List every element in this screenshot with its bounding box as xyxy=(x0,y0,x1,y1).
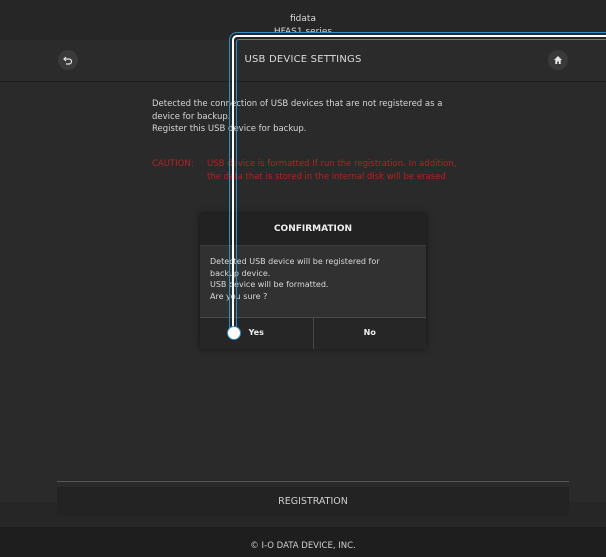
callout-line xyxy=(229,32,606,338)
copyright-text: © I-O DATA DEVICE, INC. xyxy=(250,541,356,551)
caution-label: CAUTION: xyxy=(152,159,194,169)
divider xyxy=(57,481,569,482)
footer: © I-O DATA DEVICE, INC. xyxy=(0,527,606,557)
callout-pointer xyxy=(227,326,241,340)
brand-name: fidata xyxy=(290,14,316,24)
registration-button[interactable]: REGISTRATION xyxy=(57,487,569,516)
